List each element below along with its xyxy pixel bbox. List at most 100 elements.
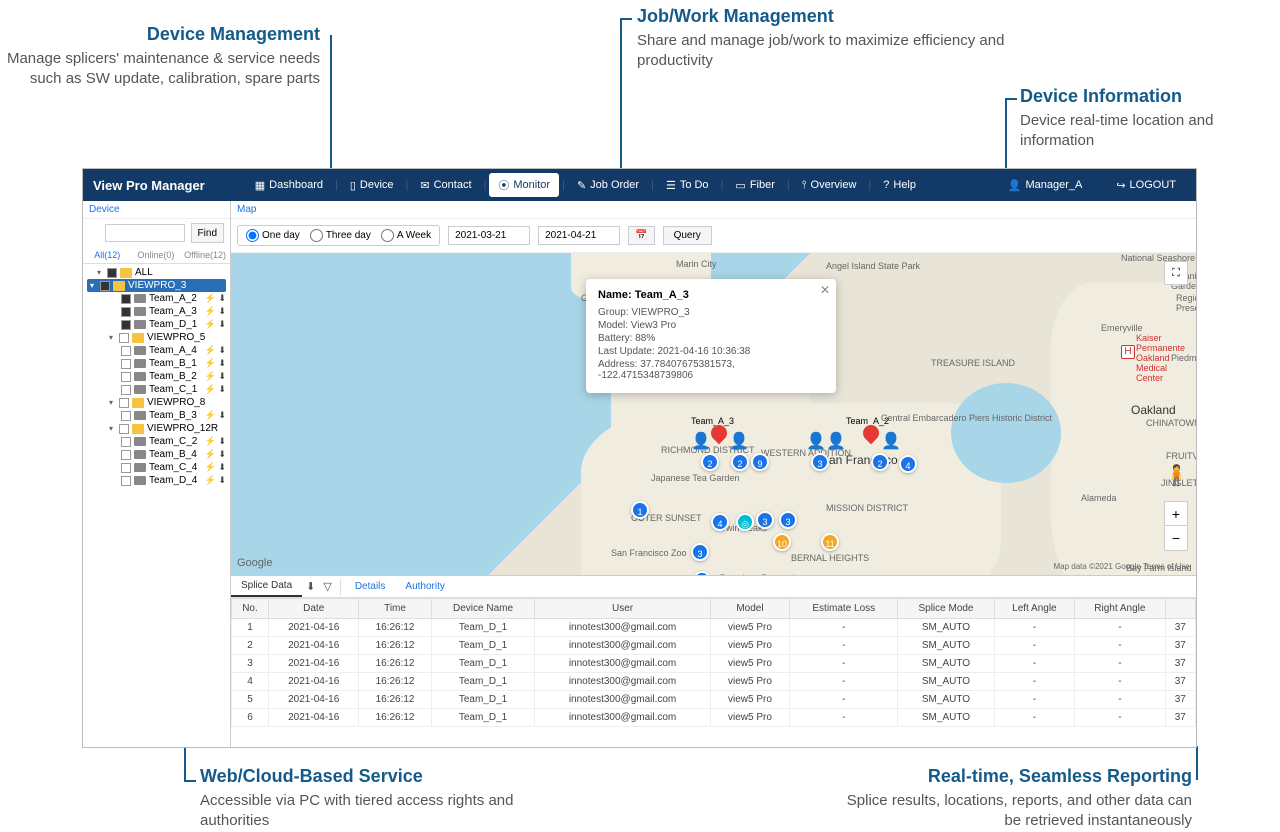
- map-label: San Francisco Recreation: [701, 573, 805, 575]
- tree-device[interactable]: Team_A_4⚡ ⬇: [87, 344, 226, 357]
- table-header[interactable]: Right Angle: [1075, 599, 1166, 619]
- popup-close-button[interactable]: ✕: [820, 283, 830, 297]
- tree-device[interactable]: Team_C_2⚡ ⬇: [87, 435, 226, 448]
- device-tree: ▾ALL ▾VIEWPRO_3 Team_A_2⚡ ⬇ Team_A_3⚡ ⬇ …: [83, 264, 230, 489]
- table-header[interactable]: No.: [232, 599, 269, 619]
- nav-overview[interactable]: ⫯Overview: [793, 175, 866, 196]
- table-header[interactable]: User: [535, 599, 710, 619]
- tree-device[interactable]: Team_B_2⚡ ⬇: [87, 370, 226, 383]
- zoom-in-button[interactable]: +: [1165, 502, 1187, 526]
- tab-details[interactable]: Details: [345, 577, 396, 596]
- tree-device[interactable]: Team_A_2⚡ ⬇: [87, 292, 226, 305]
- table-header[interactable]: Splice Mode: [898, 599, 994, 619]
- dashboard-icon: ▦: [255, 179, 265, 192]
- query-button[interactable]: Query: [663, 226, 712, 245]
- date-from-input[interactable]: [448, 226, 530, 245]
- tab-splice-data[interactable]: Splice Data: [231, 576, 302, 597]
- callout-desc: Accessible via PC with tiered access rig…: [200, 791, 540, 832]
- map-cluster[interactable]: 4: [899, 455, 917, 473]
- tree-group[interactable]: ▾VIEWPRO_8: [87, 396, 226, 409]
- map-cluster[interactable]: 3: [811, 453, 829, 471]
- map-label: Central Embarcadero Piers Historic Distr…: [881, 413, 1052, 423]
- table-header[interactable]: [1165, 599, 1195, 619]
- table-row[interactable]: 52021-04-1616:26:12Team_D_1innotest300@g…: [232, 691, 1196, 709]
- tree-device[interactable]: Team_B_4⚡ ⬇: [87, 448, 226, 461]
- table-header[interactable]: Left Angle: [994, 599, 1074, 619]
- tree-device[interactable]: Team_B_3⚡ ⬇: [87, 409, 226, 422]
- table-row[interactable]: 12021-04-1616:26:12Team_D_1innotest300@g…: [232, 619, 1196, 637]
- tree-device[interactable]: Team_C_1⚡ ⬇: [87, 383, 226, 396]
- user-menu[interactable]: 👤Manager_A: [999, 175, 1092, 196]
- filter-online[interactable]: Online(0): [132, 247, 181, 263]
- nav-dashboard[interactable]: ▦Dashboard: [246, 175, 332, 196]
- map-cluster[interactable]: 11: [821, 533, 839, 551]
- table-row[interactable]: 42021-04-1616:26:12Team_D_1innotest300@g…: [232, 673, 1196, 691]
- callout-title: Job/Work Management: [637, 6, 1017, 27]
- radio-one-day[interactable]: One day: [246, 229, 300, 242]
- tree-device[interactable]: Team_D_4⚡ ⬇: [87, 474, 226, 487]
- zoom-out-button[interactable]: −: [1165, 526, 1187, 550]
- google-logo: Google: [237, 557, 272, 569]
- tree-root[interactable]: ▾ALL: [87, 266, 226, 279]
- tree-device[interactable]: Team_D_1⚡ ⬇: [87, 318, 226, 331]
- map-cluster[interactable]: 2: [701, 453, 719, 471]
- find-button[interactable]: Find: [191, 223, 224, 243]
- radio-week[interactable]: A Week: [381, 229, 431, 242]
- tree-group[interactable]: ▾VIEWPRO_3: [87, 279, 226, 292]
- map-cluster[interactable]: 2: [871, 453, 889, 471]
- nav-monitor[interactable]: ⦿Monitor: [489, 173, 559, 197]
- fullscreen-button[interactable]: ⛶: [1164, 261, 1188, 285]
- todo-icon: ☰: [666, 179, 676, 192]
- tree-group[interactable]: ▾VIEWPRO_12R: [87, 422, 226, 435]
- date-to-input[interactable]: [538, 226, 620, 245]
- map-label: Regional Preserve: [1176, 293, 1196, 313]
- tab-authority[interactable]: Authority: [395, 577, 454, 596]
- table-row[interactable]: 22021-04-1616:26:12Team_D_1innotest300@g…: [232, 637, 1196, 655]
- nav-help[interactable]: ?Help: [874, 175, 925, 195]
- map-pin[interactable]: [711, 425, 727, 447]
- map-cluster[interactable]: 3: [756, 511, 774, 529]
- table-header[interactable]: Date: [268, 599, 359, 619]
- map-cluster[interactable]: 9: [751, 453, 769, 471]
- table-row[interactable]: 62021-04-1616:26:12Team_D_1innotest300@g…: [232, 709, 1196, 727]
- filter-icon[interactable]: ▽: [319, 576, 335, 597]
- tree-device[interactable]: Team_C_4⚡ ⬇: [87, 461, 226, 474]
- map-cluster[interactable]: 1: [631, 501, 649, 519]
- person-icon: 👤: [729, 431, 749, 451]
- callout-desc: Device real-time location and informatio…: [1020, 111, 1270, 152]
- nav-todo[interactable]: ☰To Do: [657, 175, 718, 196]
- tree-device[interactable]: Team_B_1⚡ ⬇: [87, 357, 226, 370]
- logout-button[interactable]: ↪LOGOUT: [1107, 175, 1185, 196]
- map-cluster[interactable]: 10: [773, 533, 791, 551]
- connector-line: [330, 35, 332, 170]
- pegman-icon[interactable]: 🧍: [1164, 463, 1188, 495]
- device-info-popup: ✕ Name: Team_A_3 Group: VIEWPRO_3 Model:…: [586, 279, 836, 393]
- search-input[interactable]: [105, 224, 185, 242]
- filter-all[interactable]: All(12): [83, 247, 132, 263]
- map-cluster[interactable]: 2: [731, 453, 749, 471]
- map-cluster[interactable]: ◎: [736, 513, 754, 531]
- filter-offline[interactable]: Offline(12): [180, 247, 230, 263]
- nav-device[interactable]: ▯Device: [341, 175, 403, 196]
- tree-group[interactable]: ▾VIEWPRO_5: [87, 331, 226, 344]
- tree-device[interactable]: Team_A_3⚡ ⬇: [87, 305, 226, 318]
- download-icon[interactable]: ⬇: [302, 576, 319, 597]
- map-cluster[interactable]: 3: [691, 543, 709, 561]
- radio-three-day[interactable]: Three day: [310, 229, 371, 242]
- map-cluster[interactable]: 4: [711, 513, 729, 531]
- nav-fiber[interactable]: ▭Fiber: [726, 175, 783, 196]
- map-cluster[interactable]: 3: [779, 511, 797, 529]
- map-label: CHINATOWN: [1146, 418, 1196, 428]
- nav-joborder[interactable]: ✎Job Order: [568, 175, 648, 196]
- map-canvas[interactable]: Marin City Sausalito Angel Island State …: [231, 253, 1196, 575]
- map-pin[interactable]: [863, 425, 879, 447]
- table-row[interactable]: 32021-04-1616:26:12Team_D_1innotest300@g…: [232, 655, 1196, 673]
- map-label: San Francisco Zoo: [611, 548, 687, 558]
- table-header[interactable]: Time: [359, 599, 431, 619]
- table-header[interactable]: Device Name: [431, 599, 535, 619]
- table-header[interactable]: Estimate Loss: [790, 599, 898, 619]
- map-label: FRUITVALE: [1166, 451, 1196, 461]
- table-header[interactable]: Model: [710, 599, 790, 619]
- nav-contact[interactable]: ✉Contact: [411, 175, 480, 196]
- calendar-button[interactable]: 📅: [628, 226, 654, 245]
